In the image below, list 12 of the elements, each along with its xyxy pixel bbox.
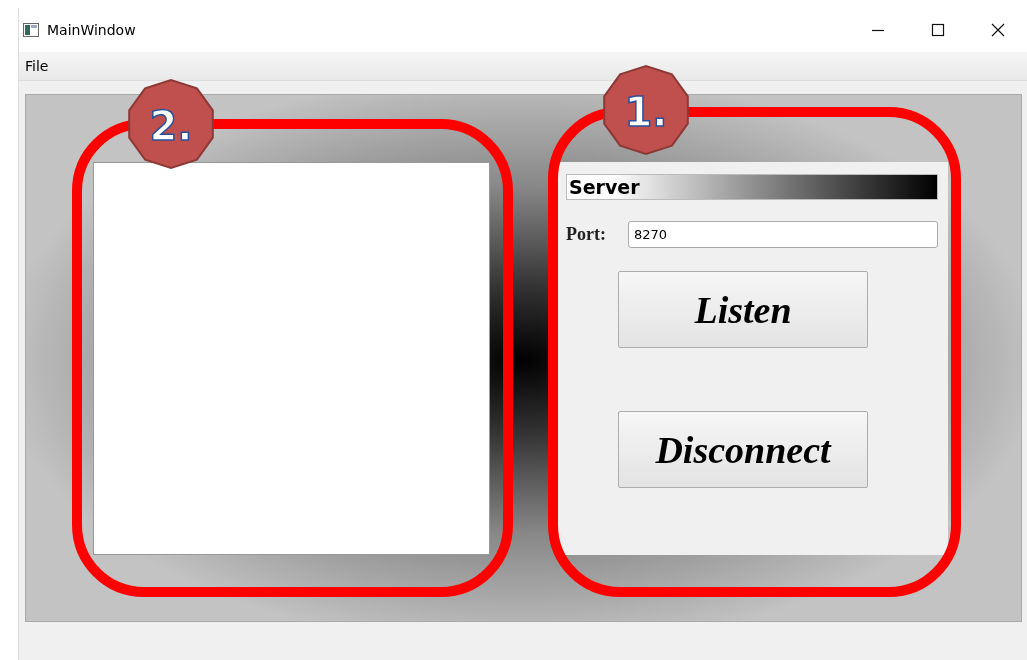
maximize-icon <box>931 23 945 37</box>
close-icon <box>991 23 1005 37</box>
port-label: Port: <box>566 224 607 245</box>
app-icon <box>23 23 39 37</box>
number-badge: 2. <box>125 78 217 170</box>
section-title: Server <box>569 176 640 198</box>
menu-item[interactable]: File <box>19 56 55 76</box>
window-title: MainWindow <box>47 22 137 38</box>
listen-button[interactable]: Listen <box>618 271 868 348</box>
port-field[interactable]: 8270 <box>628 221 938 248</box>
number-badge: 1. <box>600 64 692 156</box>
disconnect-button[interactable]: Disconnect <box>618 411 868 488</box>
